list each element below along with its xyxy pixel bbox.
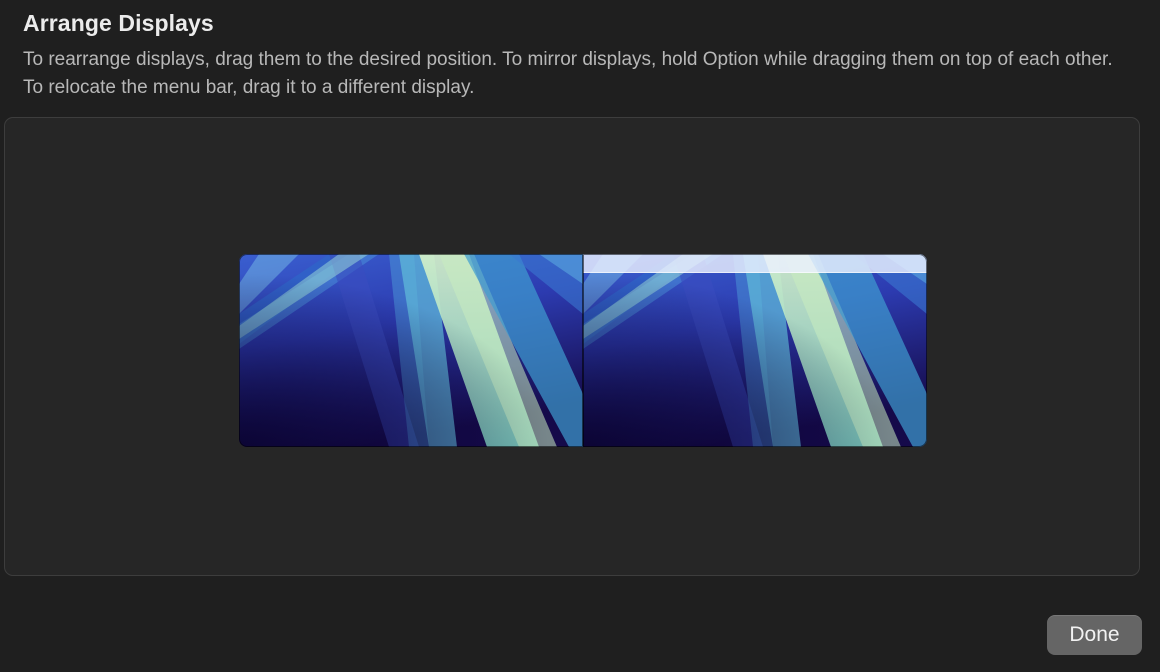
wallpaper-image	[239, 254, 583, 447]
menu-bar[interactable]	[583, 254, 927, 273]
dialog-title: Arrange Displays	[23, 10, 214, 36]
dialog-description: To rearrange displays, drag them to the …	[23, 49, 1113, 98]
done-button[interactable]: Done	[1047, 615, 1142, 655]
wallpaper-image	[583, 254, 927, 447]
display-thumbnail-2[interactable]	[583, 254, 927, 447]
display-thumbnail-1[interactable]	[239, 254, 583, 447]
